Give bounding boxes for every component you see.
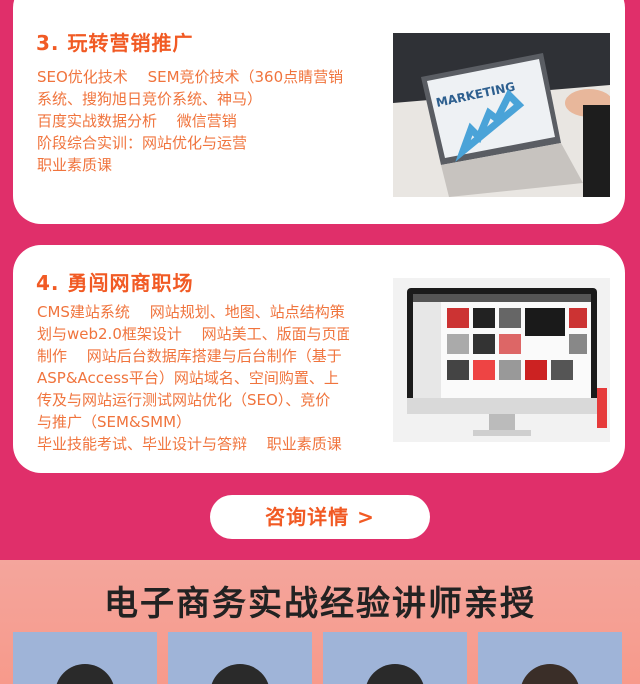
consult-details-button[interactable]: 咨询详情 > — [210, 495, 430, 539]
course-card-marketing: 3. 玩转营销推广 SEO优化技术 SEM竞价技术（360点睛营销 系统、搜狗旭… — [13, 0, 625, 224]
instructor-photo — [478, 632, 622, 684]
description-line: CMS建站系统 网站规划、地图、站点结构策 — [37, 303, 345, 321]
section-description: CMS建站系统 网站规划、地图、站点结构策 划与web2.0框架设计 网站美工、… — [37, 301, 349, 455]
description-line: SEO优化技术 SEM竞价技术（360点睛营销 — [37, 68, 344, 86]
instructor-section-title: 电子商务实战经验讲师亲授 — [104, 584, 536, 624]
instructor-section: 电子商务实战经验讲师亲授 — [0, 560, 640, 684]
description-line: 传及与网站运行测试网站优化（SEO）、竞价 — [37, 391, 331, 409]
instructor-photo — [168, 632, 312, 684]
section-description: SEO优化技术 SEM竞价技术（360点睛营销 系统、搜狗旭日竞价系统、神马） … — [37, 66, 349, 176]
description-line: 制作 网站后台数据库搭建与后台制作（基于 — [37, 347, 342, 365]
description-line: 划与web2.0框架设计 网站美工、版面与页面 — [37, 325, 349, 343]
description-line: 阶段综合实训：网站优化与运营 — [37, 134, 248, 152]
section-title: 4. 勇闯网商职场 — [36, 271, 194, 295]
description-line: 毕业技能考试、毕业设计与答辩 职业素质课 — [37, 435, 342, 453]
course-card-workplace: 4. 勇闯网商职场 CMS建站系统 网站规划、地图、站点结构策 划与web2.0… — [13, 245, 625, 473]
instructor-photo — [323, 632, 467, 684]
description-line: 系统、搜狗旭日竞价系统、神马） — [37, 90, 263, 108]
marketing-laptop-photo: MARKETING — [393, 33, 610, 197]
imac-photo — [393, 278, 610, 442]
section-title: 3. 玩转营销推广 — [36, 31, 194, 55]
description-line: ASP&Access平台）网站域名、空间购置、上 — [37, 369, 339, 387]
description-line: 与推广（SEM&SMM） — [37, 413, 192, 431]
description-line: 职业素质课 — [37, 156, 113, 174]
description-line: 百度实战数据分析 微信营销 — [37, 112, 237, 130]
instructor-photo — [13, 632, 157, 684]
